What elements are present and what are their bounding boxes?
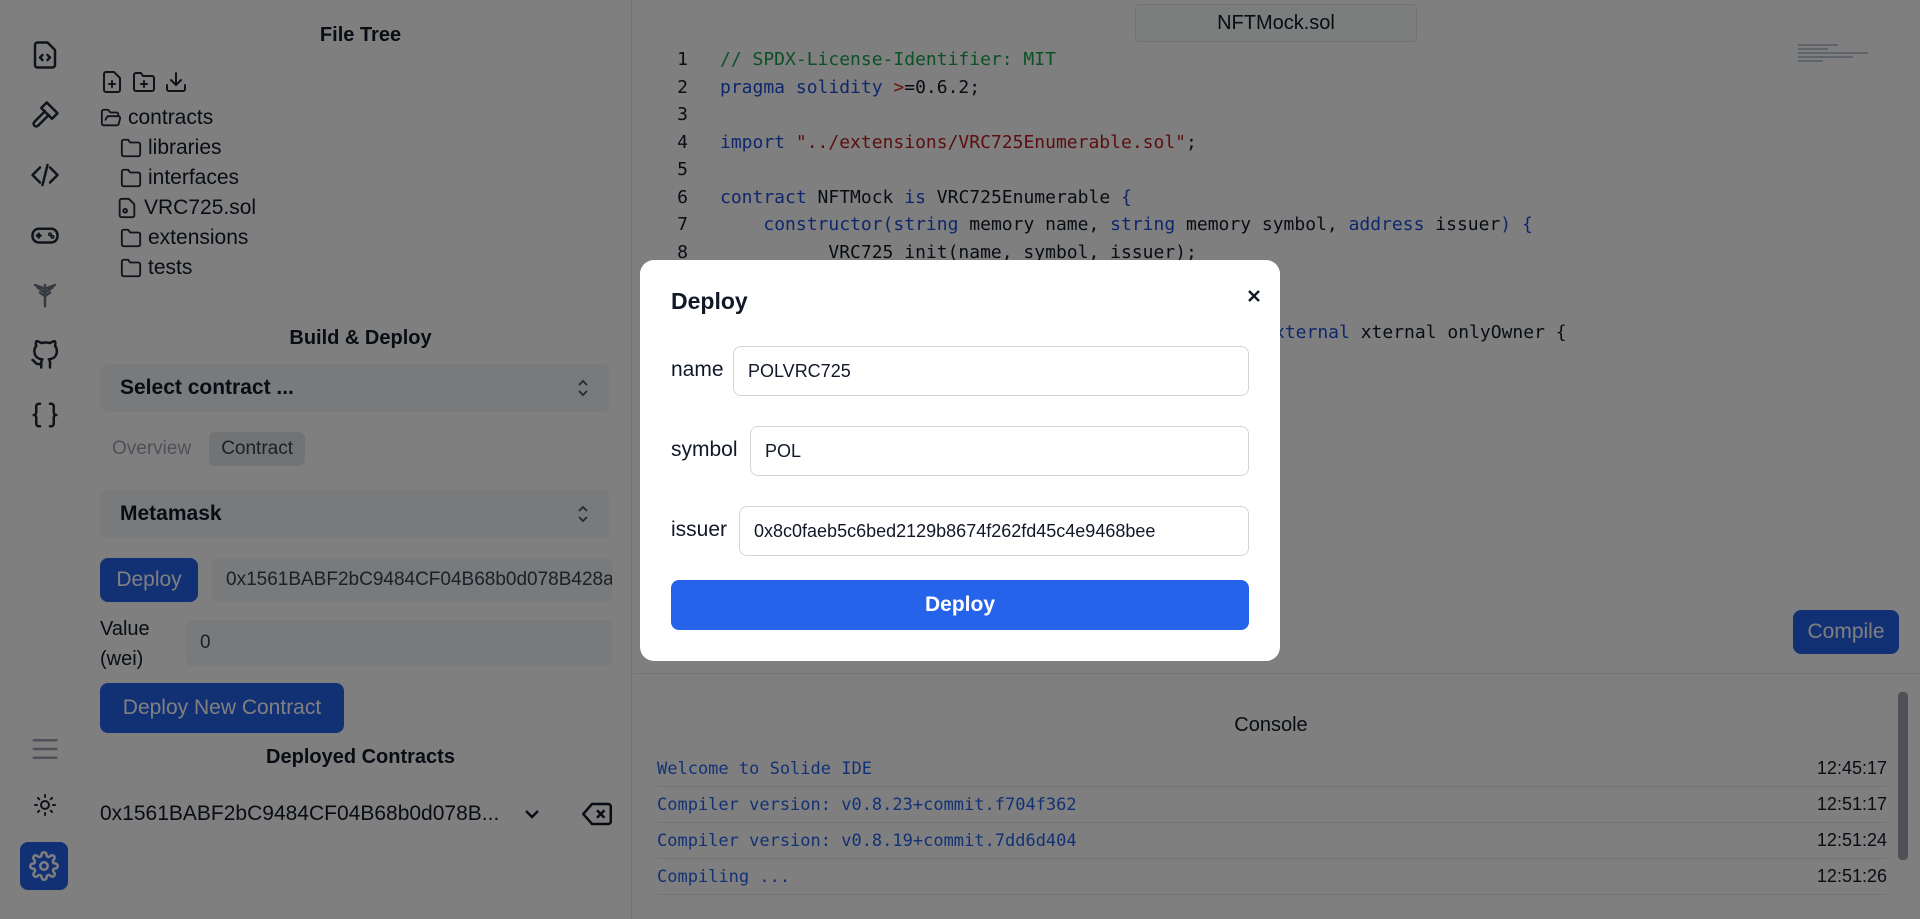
modal-deploy-button[interactable]: Deploy xyxy=(671,580,1249,630)
name-input[interactable] xyxy=(733,346,1249,396)
name-label: name xyxy=(671,358,724,381)
close-icon[interactable] xyxy=(1238,280,1270,312)
modal-title: Deploy xyxy=(671,288,748,314)
symbol-input[interactable] xyxy=(750,426,1249,476)
issuer-input[interactable] xyxy=(739,506,1249,556)
deploy-modal: Deploy name symbol issuer Deploy xyxy=(640,260,1280,661)
issuer-label: issuer xyxy=(671,518,728,541)
symbol-label: symbol xyxy=(671,438,738,461)
